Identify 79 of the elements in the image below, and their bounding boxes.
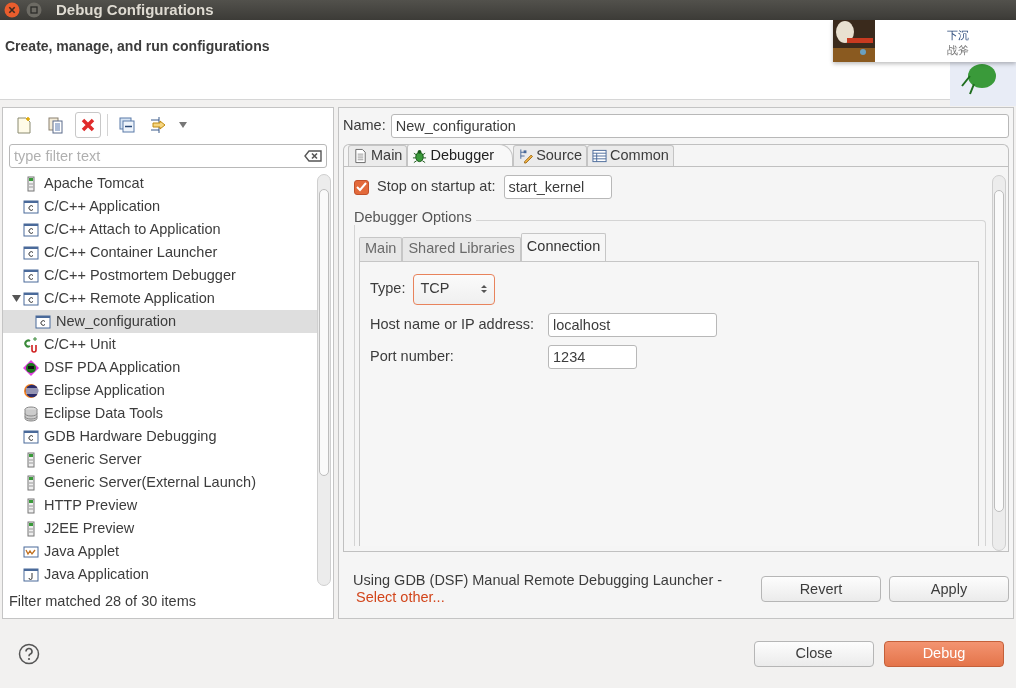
expander-icon[interactable] [11,294,21,303]
filter-field[interactable]: type filter text [9,144,327,168]
launcher-text: Using GDB (DSF) Manual Remote Debugging Launcher - [353,572,723,588]
window-icon [23,428,39,445]
copy-icon [47,116,65,134]
tree-item[interactable]: J2EE Preview [3,517,317,540]
popup-subtitle: 战斧 [947,43,969,59]
clear-icon[interactable] [304,150,322,162]
host-field[interactable]: localhost [548,312,717,337]
popup-title: 下沉 [947,28,969,43]
tree-item[interactable]: C/C++ Container Launcher [3,241,317,264]
window-icon [35,313,51,330]
tree-item[interactable]: GDB Hardware Debugging [3,425,317,448]
port-field[interactable]: 1234 [548,344,637,369]
tab[interactable]: Common [587,145,674,166]
tree-item[interactable]: C/C++ Remote Application [3,287,317,310]
tree-item[interactable]: Eclipse Application [3,379,317,402]
tree-item[interactable]: Eclipse Data Tools [3,402,317,425]
select-other-link[interactable]: Select other... [353,589,445,606]
window-icon [23,267,39,284]
page-icon [353,148,368,164]
tree-item[interactable]: Apache Tomcat [3,172,317,195]
dialog-button[interactable]: Close [754,641,874,667]
filter-status: Filter matched 28 of 30 items [9,593,196,609]
tab[interactable]: Main [359,236,403,261]
window-icon [23,244,39,261]
window-icon [23,198,39,215]
tree-item[interactable]: C/C++ Attach to Application [3,218,317,241]
delete-button[interactable] [75,112,101,138]
applet-icon [23,543,39,560]
new-file-icon [15,116,33,134]
tab[interactable]: Main [348,145,408,166]
window-icon [23,566,39,583]
type-spinner[interactable]: TCP [413,273,496,305]
host-label: Host name or IP address: [370,314,536,334]
window-icon [23,221,39,238]
scrollbar[interactable] [992,175,1006,551]
panel-button[interactable]: Revert [761,576,881,603]
tab[interactable]: Connection [520,232,607,261]
tab[interactable]: Debugger [407,144,514,166]
tree-item[interactable]: Generic Server [3,448,317,471]
stop-on-startup-checkbox[interactable] [354,179,369,195]
tree-item[interactable]: DSF PDA Application [3,356,317,379]
tree-item[interactable]: C/C++ Postmortem Debugger [3,264,317,287]
delete-icon [79,116,97,134]
unit-test-icon [23,336,39,353]
header-title: Create, manage, and run configurations [5,38,270,54]
bug-icon [412,147,428,164]
tree-item[interactable]: C/C++ Unit [3,333,317,356]
name-label: Name: [343,116,386,136]
dropdown-caret-icon[interactable] [178,121,188,129]
tree-item[interactable]: Java Application [3,563,317,586]
stop-on-startup-label: Stop on startup at: [377,177,496,197]
help-icon[interactable] [18,643,40,665]
type-label: Type: [370,279,406,299]
tab[interactable]: Source [513,145,588,166]
source-icon [518,148,534,164]
tree-item[interactable]: Java Applet [3,540,317,563]
window-title: Debug Configurations [56,0,214,20]
group-title: Debugger Options [354,209,476,225]
maximize-icon[interactable] [26,2,42,18]
tree-item[interactable]: HTTP Preview [3,494,317,517]
startup-symbol-field[interactable]: start_kernel [503,175,612,199]
port-label: Port number: [370,346,455,366]
name-field[interactable]: New_configuration [390,114,1009,138]
sphere-icon [23,382,39,399]
database-icon [23,405,39,422]
tree-item[interactable]: New_configuration [3,310,317,333]
panel-button[interactable]: Apply [889,576,1009,603]
tree-item[interactable]: Generic Server(External Launch) [3,471,317,494]
tab[interactable]: Shared Libraries [402,236,521,261]
collapse-icon [118,116,136,134]
diamond-icon [23,359,39,376]
close-icon[interactable] [4,2,20,18]
tree-item[interactable]: C/C++ Application [3,195,317,218]
table-icon [592,148,608,164]
scrollbar[interactable] [317,174,331,586]
window-icon [23,290,39,307]
spin-arrows-icon[interactable] [480,283,489,296]
